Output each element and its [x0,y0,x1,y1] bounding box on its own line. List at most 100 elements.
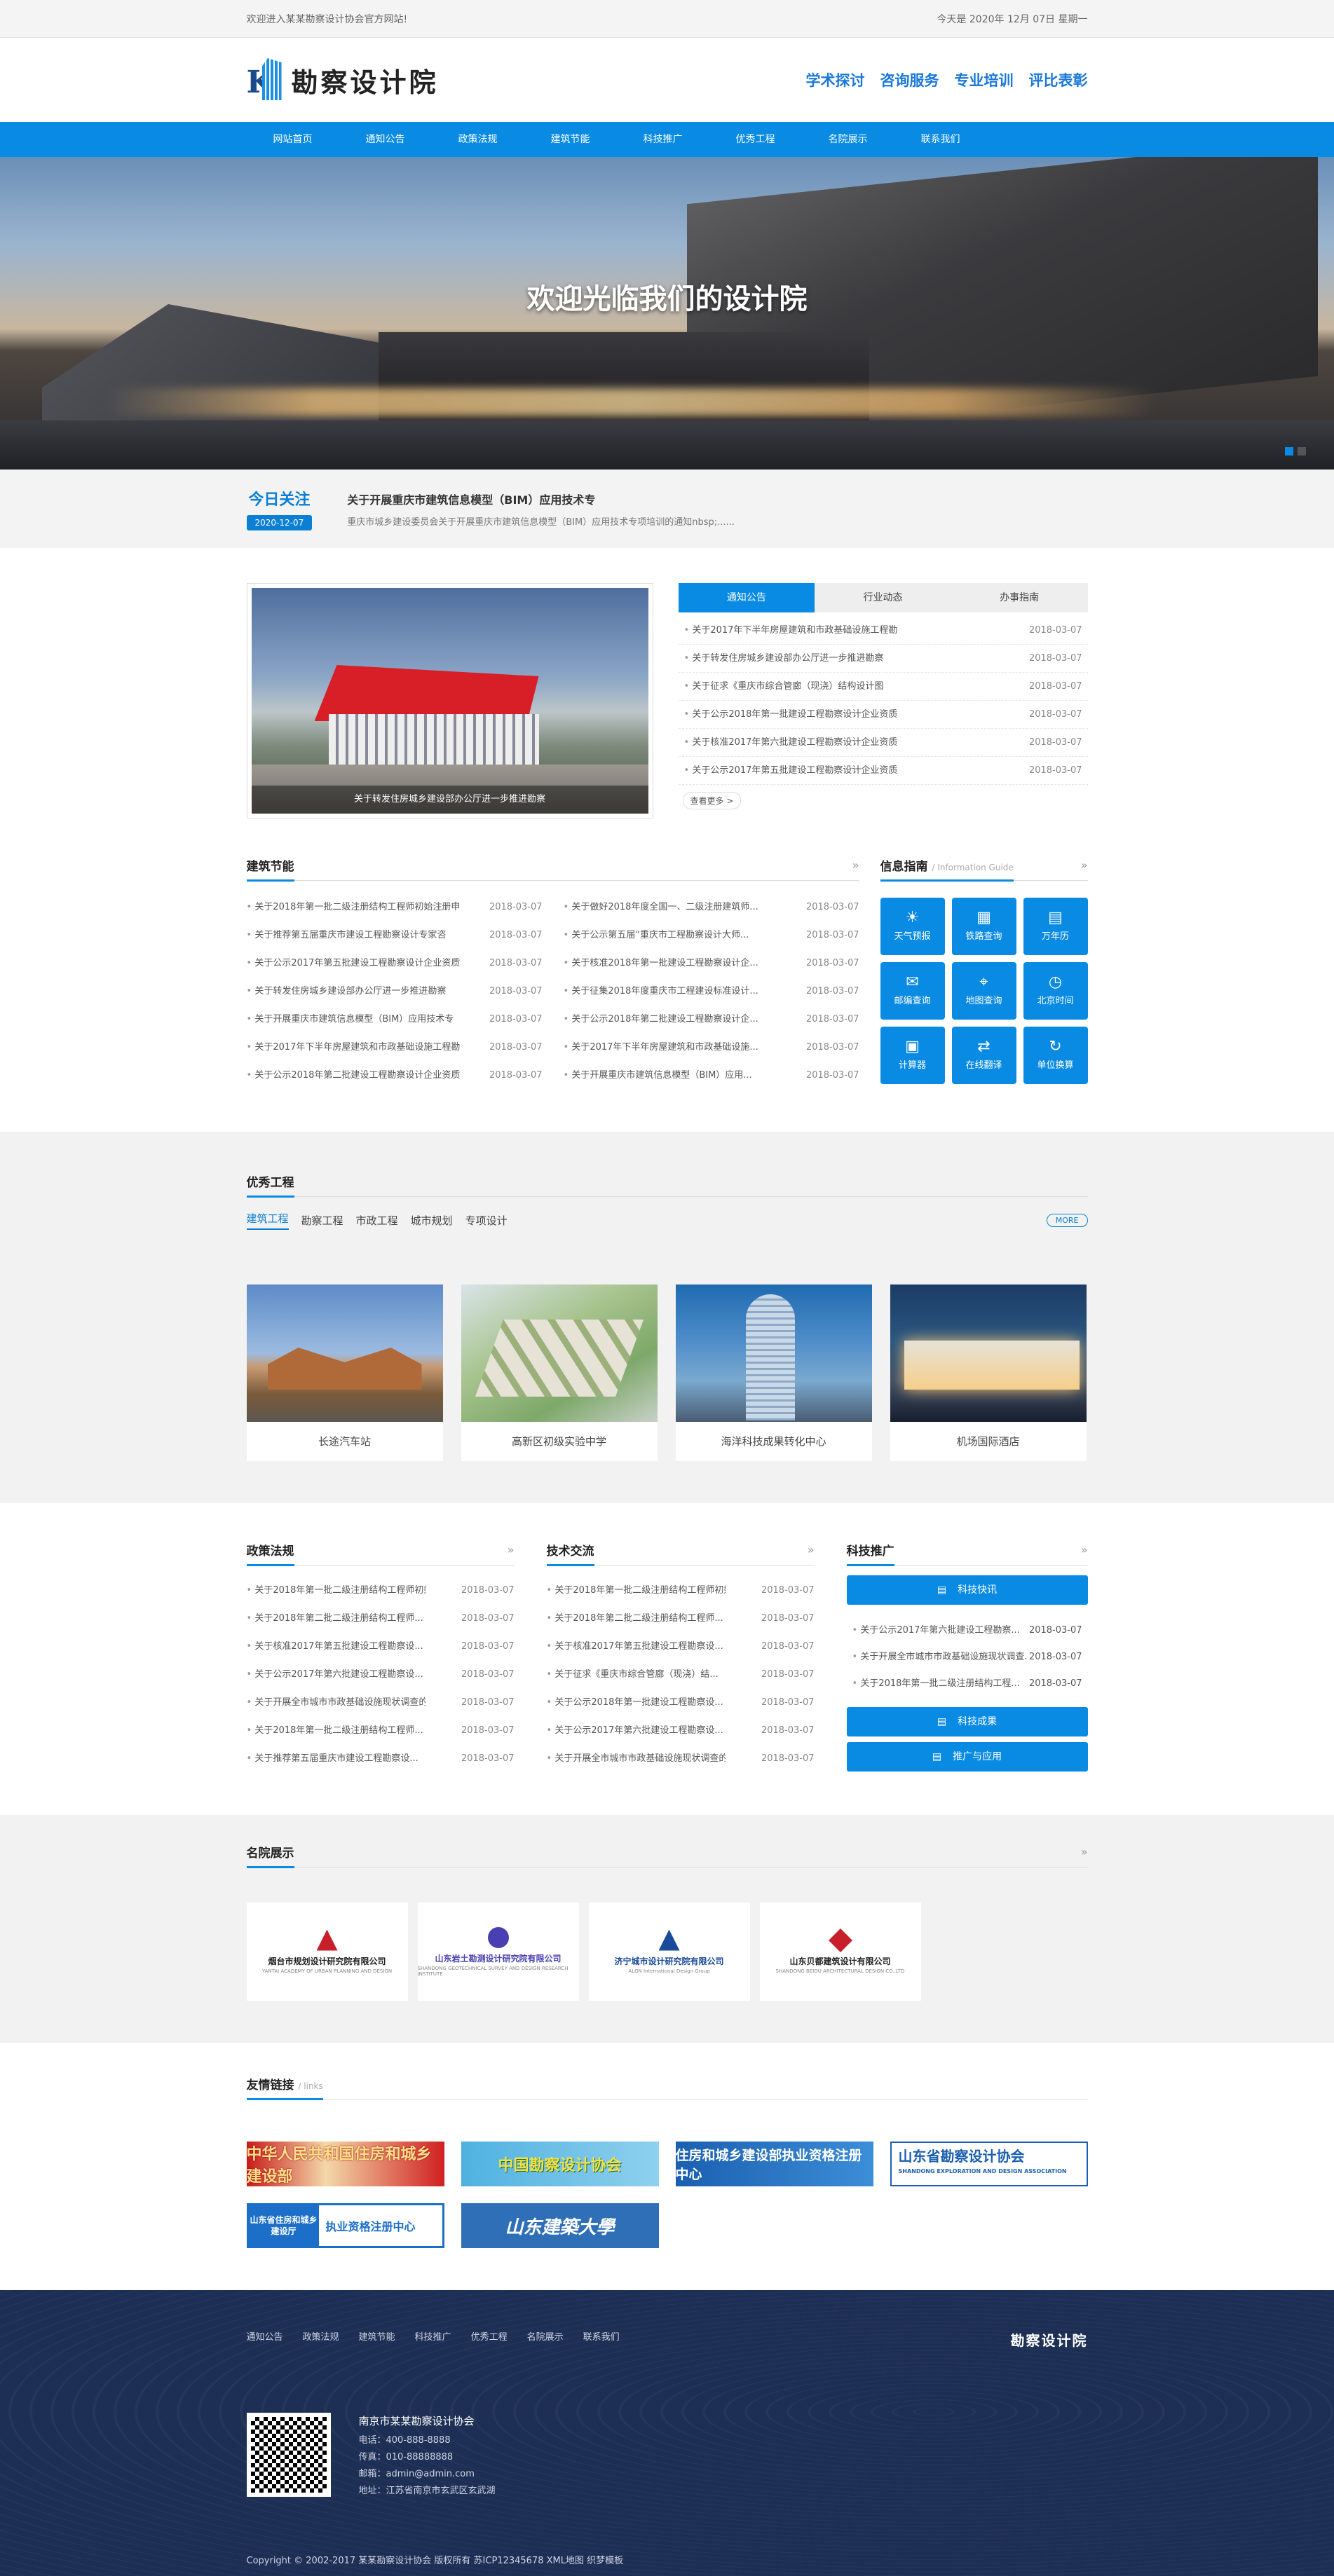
promotion-button[interactable]: ▤ 推广与应用 [846,1742,1088,1772]
tab-guide[interactable]: 办事指南 [951,583,1088,612]
link-china-survey[interactable]: 中国勘察设计协会 [461,2142,659,2186]
weather-button[interactable]: ☀ 天气预报 [880,898,945,955]
nav-item-home[interactable]: 网站首页 [247,122,339,157]
list-item[interactable]: 关于开展重庆市建筑信息模型（BIM）应用技术专2018-03-07 [247,1006,542,1034]
list-item[interactable]: 关于公示2017年第五批建设工程勘察设计企业资质2018-03-07 [678,757,1088,785]
notice-more-button[interactable]: 查看更多 > [682,792,742,809]
science-results-button[interactable]: ▤ 科技成果 [846,1707,1088,1736]
project-card[interactable]: 高新区初级实验中学 [461,1284,658,1461]
railway-button[interactable]: ▦ 铁路查询 [951,898,1016,955]
list-item[interactable]: 关于开展重庆市建筑信息模型（BIM）应用...2018-03-07 [564,1062,859,1090]
header-link-academic[interactable]: 学术探讨 [806,69,865,90]
list-item[interactable]: 关于2018年第一批二级注册结构工程师初始...2018-03-07 [247,1577,514,1605]
footer-link[interactable]: 科技推广 [415,2329,451,2350]
tab-special[interactable]: 专项设计 [465,1213,508,1228]
list-item[interactable]: 关于公示2017年第五批建设工程勘察设计企业资质2018-03-07 [247,950,542,978]
footer-link[interactable]: 名院展示 [527,2329,564,2350]
list-item[interactable]: 关于公示2017年第六批建设工程勘察设...2018-03-07 [547,1717,814,1745]
projects-more-button[interactable]: MORE [1046,1214,1088,1227]
postcode-button[interactable]: ✉ 邮编查询 [880,962,945,1020]
chevron-right-icon[interactable]: » [1081,858,1088,872]
list-item[interactable]: 关于公示2017年第六批建设工程勘察...2018-03-07 [847,1617,1088,1644]
calendar-button[interactable]: ▤ 万年历 [1023,898,1088,955]
institute-card[interactable]: 山东岩土勘测设计研究院有限公司 SHANDONG GEOTECHNICAL SUR… [417,1903,579,2001]
nav-item-policy[interactable]: 政策法规 [432,122,524,157]
project-card[interactable]: 机场国际酒店 [890,1284,1087,1461]
feature-photo[interactable]: 关于转发住房城乡建设部办公厅进一步推进勘察 [246,583,653,818]
tab-notices[interactable]: 通知公告 [678,583,815,612]
list-item[interactable]: 关于公示2018年第一批建设工程勘察设...2018-03-07 [547,1689,814,1717]
tab-survey[interactable]: 勘察工程 [301,1213,343,1228]
tab-building[interactable]: 建筑工程 [246,1211,289,1230]
hero-banner[interactable]: 欢迎光临我们的设计院 [0,157,1334,470]
list-item[interactable]: 关于2017年下半年房屋建筑和市政基础设施...2018-03-07 [564,1034,859,1062]
time-button[interactable]: ◷ 北京时间 [1023,962,1088,1020]
nav-item-famous[interactable]: 名院展示 [802,122,894,157]
list-item[interactable]: 关于开展全市城市市政基础设施现状调查的...2018-03-07 [547,1745,814,1773]
project-card[interactable]: 长途汽车站 [246,1284,443,1461]
list-item[interactable]: 关于核准2017年第五批建设工程勘察设...2018-03-07 [547,1633,814,1661]
list-item[interactable]: 关于核准2017年第五批建设工程勘察设...2018-03-07 [247,1633,514,1661]
chevron-right-icon[interactable]: » [808,1543,815,1556]
link-shandong-survey[interactable]: 山东省勘察设计协会 SHANDONG EXPLORATION AND DESIGN… [890,2142,1088,2186]
list-item[interactable]: 关于2017年下半年房屋建筑和市政基础设施工程勘2018-03-07 [678,617,1088,645]
nav-item-science[interactable]: 科技推广 [617,122,709,157]
list-item[interactable]: 关于2018年第二批二级注册结构工程师...2018-03-07 [547,1605,814,1633]
list-item[interactable]: 关于开展全市城市市政基础设施现状调查...2018-03-07 [847,1644,1088,1671]
list-item[interactable]: 关于2018年第一批二级注册结构工程...2018-03-07 [847,1671,1088,1697]
list-item[interactable]: 关于核准2018年第一批建设工程勘察设计企...2018-03-07 [564,950,859,978]
list-item[interactable]: 关于开展全市城市市政基础设施现状调查的...2018-03-07 [247,1689,514,1717]
list-item[interactable]: 关于转发住房城乡建设部办公厅进一步推进勘察2018-03-07 [247,978,542,1006]
nav-item-notices[interactable]: 通知公告 [339,122,432,157]
nav-item-contact[interactable]: 联系我们 [894,122,987,157]
list-item[interactable]: 关于公示2017年第六批建设工程勘察设...2018-03-07 [247,1661,514,1689]
footer-link[interactable]: 建筑节能 [359,2329,395,2350]
institute-card[interactable]: 济宁城市设计研究院有限公司 ALGN International Design G… [588,1903,750,2001]
chevron-right-icon[interactable]: » [508,1543,515,1556]
list-item[interactable]: 关于公示2018年第二批建设工程勘察设计企业资质2018-03-07 [247,1062,542,1090]
header-link-awards[interactable]: 评比表彰 [1029,69,1088,90]
list-item[interactable]: 关于做好2018年度全国一、二级注册建筑师...2018-03-07 [564,893,859,922]
project-card[interactable]: 海洋科技成果转化中心 [675,1284,872,1461]
list-item[interactable]: 关于公示2018年第二批建设工程勘察设计企...2018-03-07 [564,1006,859,1034]
institute-card[interactable]: 烟台市规划设计研究院有限公司 YANTAI ACADEMY OF URBAN PL… [246,1903,408,2001]
calculator-button[interactable]: ▣ 计算器 [880,1027,945,1084]
list-item[interactable]: 关于推荐第五届重庆市建设工程勘察设...2018-03-07 [247,1745,514,1773]
footer-link[interactable]: 政策法规 [303,2329,339,2350]
tab-planning[interactable]: 城市规划 [411,1213,453,1228]
link-mohurd[interactable]: 中华人民共和国住房和城乡建设部 [246,2142,444,2186]
list-item[interactable]: 关于转发住房城乡建设部办公厅进一步推进勘察2018-03-07 [678,645,1088,673]
banner-dot-2[interactable] [1298,447,1306,455]
chevron-right-icon[interactable]: » [1081,1845,1088,1858]
list-item[interactable]: 关于公示第五届“重庆市工程勘察设计大师...2018-03-07 [564,922,859,950]
chevron-right-icon[interactable]: » [852,858,859,872]
list-item[interactable]: 关于2017年下半年房屋建筑和市政基础设施工程勘2018-03-07 [247,1034,542,1062]
list-item[interactable]: 关于2018年第二批二级注册结构工程师...2018-03-07 [247,1605,514,1633]
list-item[interactable]: 关于2018年第一批二级注册结构工程师初始...2018-03-07 [547,1577,814,1605]
list-item[interactable]: 关于征求《重庆市综合管廊（现浇）结构设计图2018-03-07 [678,673,1088,701]
chevron-right-icon[interactable]: » [1081,1543,1088,1556]
list-item[interactable]: 关于公示2018年第一批建设工程勘察设计企业资质2018-03-07 [678,701,1088,729]
link-registration-center[interactable]: 住房和城乡建设部执业资格注册中心 [675,2142,873,2186]
institute-card[interactable]: 山东贝都建筑设计有限公司 SHANDONG BEIDU ARCHITECTURAL… [759,1903,921,2001]
science-news-button[interactable]: ▤ 科技快讯 [846,1575,1088,1605]
footer-link[interactable]: 优秀工程 [471,2329,508,2350]
header-link-training[interactable]: 专业培训 [955,69,1014,90]
list-item[interactable]: 关于征求《重庆市综合管廊（现浇）结...2018-03-07 [547,1661,814,1689]
banner-dot-1[interactable] [1285,447,1293,455]
link-shandong-housing[interactable]: 山东省住房和城乡建设厅 执业资格注册中心 [246,2203,444,2248]
list-item[interactable]: 关于征集2018年度重庆市工程建设标准设计...2018-03-07 [564,978,859,1006]
today-headline[interactable]: 关于开展重庆市建筑信息模型（BIM）应用技术专 [347,493,595,507]
footer-link[interactable]: 通知公告 [247,2329,283,2350]
list-item[interactable]: 关于2018年第一批二级注册结构工程师初始注册申2018-03-07 [247,893,542,922]
nav-item-energy[interactable]: 建筑节能 [524,122,617,157]
tab-industry[interactable]: 行业动态 [815,583,951,612]
list-item[interactable]: 关于2018年第一批二级注册结构工程师...2018-03-07 [247,1717,514,1745]
tab-municipal[interactable]: 市政工程 [356,1213,398,1228]
link-shandong-jianzhu[interactable]: 山东建築大學 [461,2203,659,2248]
header-link-consult[interactable]: 咨询服务 [880,69,939,90]
nav-item-projects[interactable]: 优秀工程 [709,122,802,157]
map-button[interactable]: ⌖ 地图查询 [951,962,1016,1020]
footer-link[interactable]: 联系我们 [583,2329,620,2350]
list-item[interactable]: 关于推荐第五届重庆市建设工程勘察设计专家咨2018-03-07 [247,922,542,950]
